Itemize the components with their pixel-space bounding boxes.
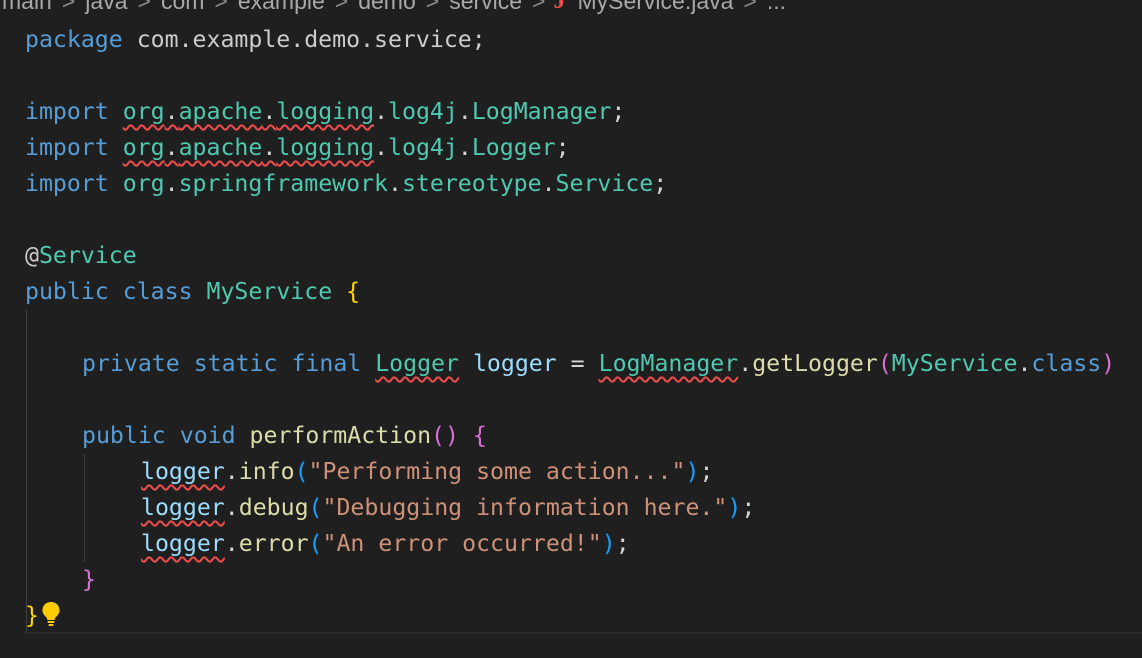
keyword: void (179, 422, 236, 449)
keyword: static (193, 350, 278, 377)
keyword: import (25, 134, 109, 161)
open-brace: { (346, 278, 361, 305)
method-name: getLogger (752, 350, 878, 377)
breadcrumb: main > java > com > example > demo > ser… (0, 0, 1142, 16)
class-name: Logger (471, 134, 556, 161)
code-line-class-decl[interactable]: public class MyService { (25, 274, 360, 310)
package-segment: springframework (178, 170, 388, 197)
code-line-logger-field[interactable]: private static final Logger logger = Log… (82, 346, 1115, 382)
package-segment: stereotype (401, 170, 542, 197)
package-segment: logging (276, 134, 375, 161)
string-literal: "Debugging information here." (322, 494, 728, 521)
code-line-import-logmanager[interactable]: import org.apache.logging.log4j.LogManag… (25, 94, 625, 130)
code-editor[interactable]: package com.example.demo.service; import… (0, 22, 1142, 658)
class-name: MyService (891, 350, 1018, 377)
lightbulb-icon[interactable] (41, 601, 61, 627)
breadcrumb-overflow[interactable]: ... (765, 0, 788, 15)
annotation-at: @ (25, 242, 39, 269)
code-line-log-debug[interactable]: logger.debug("Debugging information here… (141, 490, 755, 526)
breadcrumb-separator: > (214, 0, 228, 14)
keyword: final (291, 350, 362, 377)
keyword: import (25, 98, 109, 125)
keyword: import (25, 170, 109, 197)
breadcrumb-item-service[interactable]: service (447, 0, 524, 15)
package-segment: apache (178, 134, 263, 161)
open-brace: { (472, 422, 487, 449)
class-name: MyService (206, 278, 333, 305)
java-file-icon: J (553, 0, 566, 14)
annotation-name: Service (38, 242, 137, 269)
package-segment: org (122, 170, 165, 197)
variable-name: logger (141, 530, 225, 557)
type-name: Logger (375, 350, 459, 377)
editor-divider (25, 632, 1142, 634)
breadcrumb-separator: > (743, 0, 757, 14)
package-segment: logging (276, 98, 375, 125)
keyword: private (82, 350, 180, 377)
code-line-import-logger[interactable]: import org.apache.logging.log4j.Logger; (25, 130, 570, 166)
indent-guide (84, 454, 85, 562)
code-line-annotation[interactable]: @Service (25, 238, 137, 274)
package-name: com.example.demo.service; (122, 26, 486, 53)
package-segment: apache (178, 98, 263, 125)
breadcrumb-separator: > (61, 0, 76, 14)
breadcrumb-separator: > (334, 0, 349, 14)
keyword: public (82, 422, 166, 449)
keyword: package (25, 26, 123, 53)
breadcrumb-separator: > (532, 0, 546, 14)
breadcrumb-separator: > (425, 0, 440, 14)
close-brace: } (25, 602, 39, 629)
breadcrumb-item-example[interactable]: example (236, 0, 327, 15)
variable-name: logger (141, 494, 225, 521)
breadcrumb-item-file[interactable]: MyService.java (575, 0, 735, 15)
breadcrumb-item-demo[interactable]: demo (356, 0, 418, 15)
package-segment: org (122, 98, 165, 125)
code-line-method-close[interactable]: } (82, 562, 96, 598)
code-line-log-info[interactable]: logger.info("Performing some action...")… (141, 454, 713, 490)
method-name: debug (238, 494, 309, 521)
code-line-class-close[interactable]: } (25, 598, 61, 634)
keyword: class (1031, 350, 1102, 377)
code-line-package[interactable]: package com.example.demo.service; (25, 22, 486, 58)
breadcrumb-item-java[interactable]: java (83, 0, 129, 15)
code-line-method-decl[interactable]: public void performAction() { (82, 418, 487, 454)
method-name: performAction (249, 422, 432, 449)
close-brace: } (82, 566, 96, 593)
class-name: Service (555, 170, 654, 197)
code-line-log-error[interactable]: logger.error("An error occurred!"); (141, 526, 630, 562)
breadcrumb-item-com[interactable]: com (159, 0, 206, 15)
keyword: public (25, 278, 109, 305)
code-line-import-service[interactable]: import org.springframework.stereotype.Se… (25, 166, 667, 202)
method-name: error (238, 530, 309, 557)
method-name: info (238, 458, 295, 485)
variable-name: logger (141, 458, 225, 485)
breadcrumb-item-main[interactable]: main (0, 0, 54, 15)
breadcrumb-separator: > (137, 0, 151, 14)
string-literal: "An error occurred!" (322, 530, 602, 557)
keyword: class (122, 278, 193, 305)
string-literal: "Performing some action..." (308, 458, 686, 485)
class-name: LogManager (598, 350, 739, 377)
indent-guide (26, 310, 27, 634)
package-segment: log4j (388, 134, 458, 161)
package-segment: log4j (388, 98, 458, 125)
package-segment: org (122, 134, 165, 161)
variable-name: logger (472, 350, 557, 377)
class-name: LogManager (471, 98, 612, 125)
